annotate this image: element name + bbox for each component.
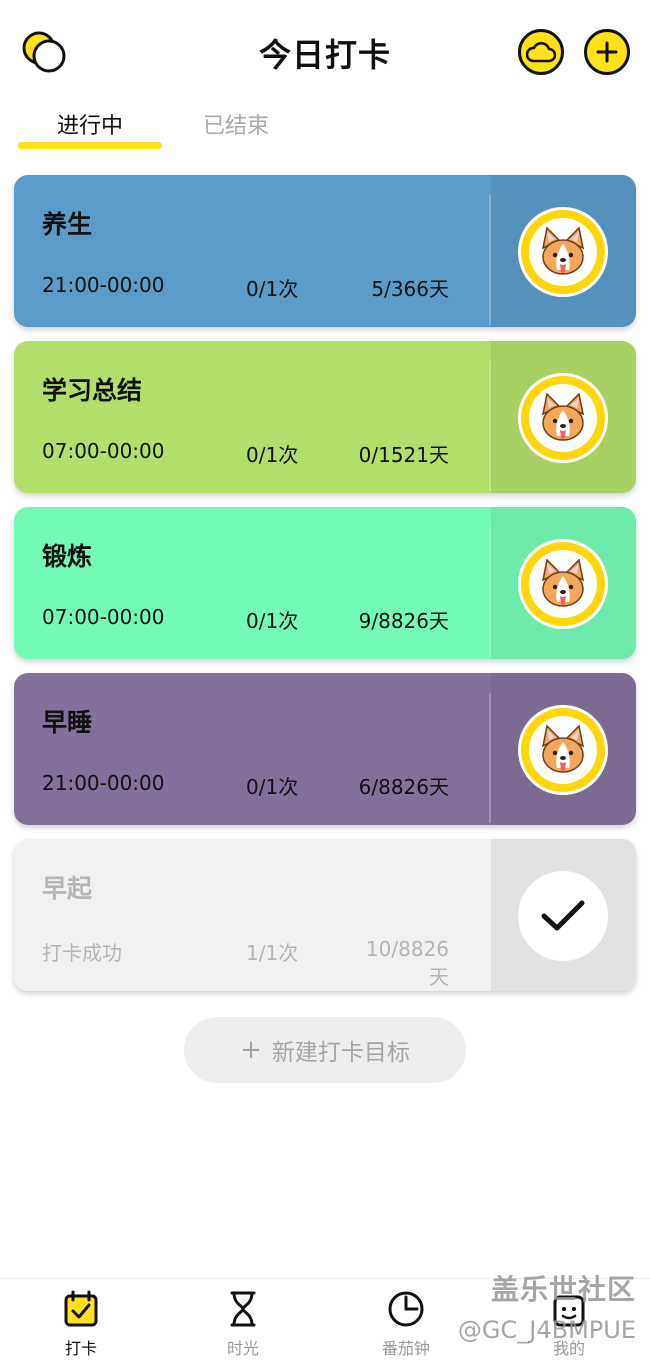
card-title: 早起 — [42, 874, 93, 903]
nav-item-checkin[interactable]: 打卡 — [31, 1289, 131, 1359]
checkin-avatar-button[interactable] — [518, 373, 608, 463]
card-title: 学习总结 — [42, 376, 143, 405]
card-time: 07:00-00:00 — [42, 439, 165, 463]
corgi-icon — [541, 724, 585, 773]
calendar-check-icon — [64, 1290, 98, 1327]
header: 今日打卡 — [0, 0, 650, 100]
checkin-avatar-button[interactable] — [518, 705, 608, 795]
nav-label: 时光 — [226, 1339, 259, 1358]
card-count: 0/1次 — [246, 277, 299, 301]
new-goal-button[interactable]: + 新建打卡目标 — [184, 1017, 466, 1083]
profile-icon — [553, 1295, 585, 1327]
card-days: 10/8826天 — [365, 937, 449, 989]
card-days: 6/8826天 — [358, 775, 449, 799]
plus-icon — [596, 41, 618, 63]
cloud-icon — [526, 41, 556, 63]
checkin-card[interactable]: 养生 21:00-00:00 0/1次 5/366天 — [14, 175, 636, 327]
nav-label: 打卡 — [64, 1339, 97, 1358]
plus-icon: + — [240, 1035, 262, 1065]
divider — [489, 527, 491, 657]
nav-item-mine[interactable]: 我的 — [519, 1289, 619, 1359]
cloud-button[interactable] — [518, 29, 564, 75]
card-count: 1/1次 — [246, 941, 299, 965]
checkmark-button[interactable] — [518, 871, 608, 961]
card-count: 0/1次 — [246, 609, 299, 633]
checkin-card[interactable]: 早起 打卡成功 1/1次 10/8826天 — [14, 839, 636, 991]
card-time: 21:00-00:00 — [42, 273, 165, 297]
nav-label: 我的 — [552, 1339, 585, 1358]
tab-underline — [18, 142, 162, 149]
checkin-card[interactable]: 锻炼 07:00-00:00 0/1次 9/8826天 — [14, 507, 636, 659]
checkin-avatar-button[interactable] — [518, 539, 608, 629]
corgi-icon — [541, 226, 585, 275]
tab-in-progress[interactable]: 进行中 — [18, 108, 162, 140]
clock-icon — [388, 1291, 424, 1327]
corgi-icon — [541, 392, 585, 441]
nav-item-pomodoro[interactable]: 番茄钟 — [356, 1289, 456, 1359]
divider — [489, 195, 491, 325]
card-time: 07:00-00:00 — [42, 605, 165, 629]
checkmark-icon — [541, 900, 585, 931]
card-title: 早睡 — [42, 708, 93, 737]
checkin-card[interactable]: 学习总结 07:00-00:00 0/1次 0/1521天 — [14, 341, 636, 493]
tab-ended[interactable]: 已结束 — [164, 108, 308, 140]
nav-label: 番茄钟 — [381, 1339, 430, 1358]
card-count: 0/1次 — [246, 443, 299, 467]
hourglass-icon — [230, 1291, 256, 1327]
card-count: 0/1次 — [246, 775, 299, 799]
bottom-nav: 打卡 时光 番茄钟 我的 — [0, 1278, 650, 1370]
checkin-card[interactable]: 早睡 21:00-00:00 0/1次 6/8826天 — [14, 673, 636, 825]
card-days: 0/1521天 — [358, 443, 449, 467]
card-time: 21:00-00:00 — [42, 771, 165, 795]
add-button[interactable] — [584, 29, 630, 75]
divider — [489, 361, 491, 491]
corgi-icon — [541, 558, 585, 607]
nav-item-time[interactable]: 时光 — [193, 1289, 293, 1359]
card-status: 打卡成功 — [42, 941, 122, 965]
card-days: 9/8826天 — [358, 609, 449, 633]
new-goal-label: 新建打卡目标 — [271, 1040, 410, 1066]
card-title: 养生 — [42, 210, 93, 239]
card-title: 锻炼 — [42, 542, 93, 571]
checkin-avatar-button[interactable] — [518, 207, 608, 297]
divider — [489, 693, 491, 823]
tab-bar: 进行中 已结束 — [0, 100, 650, 156]
card-days: 5/366天 — [371, 277, 449, 301]
